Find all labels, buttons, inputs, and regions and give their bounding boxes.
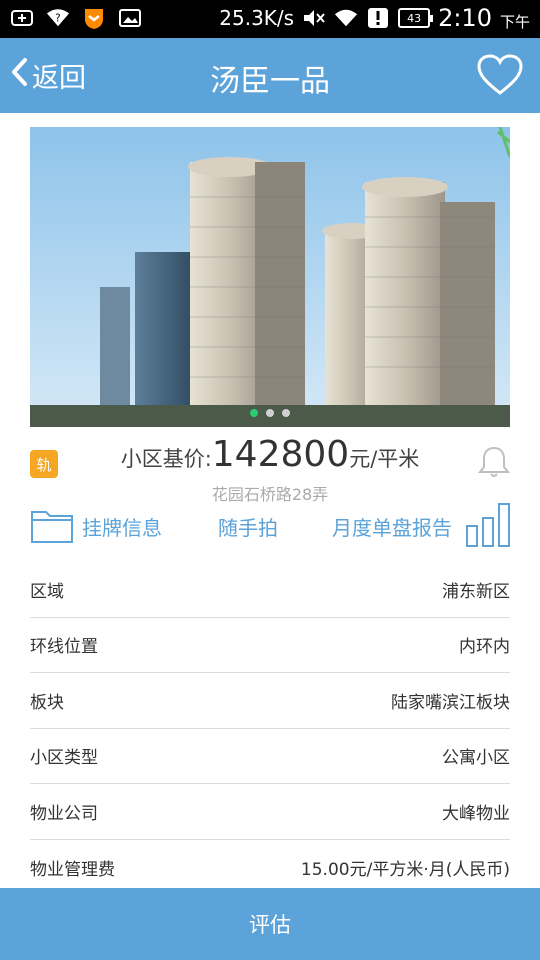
mute-icon [302, 6, 326, 30]
alert-icon [366, 6, 390, 30]
wifi-icon [334, 6, 358, 30]
snapshot-link[interactable]: 随手拍 [218, 512, 278, 541]
shield-app-icon [82, 6, 106, 30]
wifi-question-icon: ? [46, 6, 70, 30]
info-label: 板块 [30, 692, 64, 713]
info-value: 内环内 [459, 637, 510, 658]
bar-chart-icon[interactable] [465, 502, 511, 548]
pager-dot[interactable] [266, 409, 274, 417]
info-label: 物业公司 [30, 803, 98, 824]
page-title: 汤臣一品 [210, 64, 330, 99]
info-row-type: 小区类型 公寓小区 [30, 729, 510, 784]
info-row-ring: 环线位置 内环内 [30, 618, 510, 673]
building-photo[interactable] [30, 127, 510, 427]
price-label: 小区基价: [120, 447, 212, 471]
price-unit: 元/平米 [349, 447, 420, 471]
evaluate-button[interactable]: 评估 [0, 888, 540, 960]
clock-ampm: 下午 [499, 12, 530, 31]
info-label: 物业管理费 [30, 859, 115, 880]
monthly-report-link[interactable]: 月度单盘报告 [332, 512, 452, 541]
base-price: 小区基价:142800元/平米 [0, 434, 540, 475]
info-value: 15.00元/平方米·月(人民币) [300, 859, 510, 880]
pager-dot[interactable] [250, 409, 258, 417]
info-value: 大峰物业 [442, 803, 510, 824]
info-row-property-company: 物业公司 大峰物业 [30, 784, 510, 840]
battery-icon: 43 [398, 8, 434, 28]
notification-plus-icon [10, 6, 34, 30]
listing-info-link[interactable]: 挂牌信息 [82, 512, 162, 541]
heart-outline-icon[interactable] [476, 53, 524, 97]
info-value: 浦东新区 [442, 581, 510, 602]
info-value: 公寓小区 [442, 748, 510, 769]
network-speed: 25.3K/s [219, 6, 295, 30]
info-value: 陆家嘴滨江板块 [391, 692, 510, 713]
clock-time: 2:10 [438, 4, 492, 32]
gallery-pager [30, 409, 510, 417]
info-row-block: 板块 陆家嘴滨江板块 [30, 673, 510, 729]
status-bar: ? 25.3K/s 43 2:10 下午 [0, 0, 540, 38]
info-row-district: 区域 浦东新区 [30, 562, 510, 618]
svg-text:?: ? [55, 14, 60, 25]
price-value: 142800 [211, 434, 350, 475]
title-bar: 返回 汤臣一品 [0, 38, 540, 113]
battery-level: 43 [407, 11, 422, 25]
info-row-management-fee: 物业管理费 15.00元/平方米·月(人民币) [30, 840, 510, 896]
image-icon [118, 6, 142, 30]
bell-icon[interactable] [476, 444, 512, 480]
folder-icon[interactable] [30, 506, 74, 544]
info-label: 小区类型 [30, 748, 98, 769]
pager-dot[interactable] [282, 409, 290, 417]
building-photo-image [30, 127, 510, 427]
info-label: 环线位置 [30, 637, 98, 658]
info-list: 区域 浦东新区 环线位置 内环内 板块 陆家嘴滨江板块 小区类型 公寓小区 物业… [30, 562, 510, 895]
action-bar: 挂牌信息 随手拍 月度单盘报告 [0, 500, 540, 550]
info-label: 区域 [30, 581, 64, 602]
